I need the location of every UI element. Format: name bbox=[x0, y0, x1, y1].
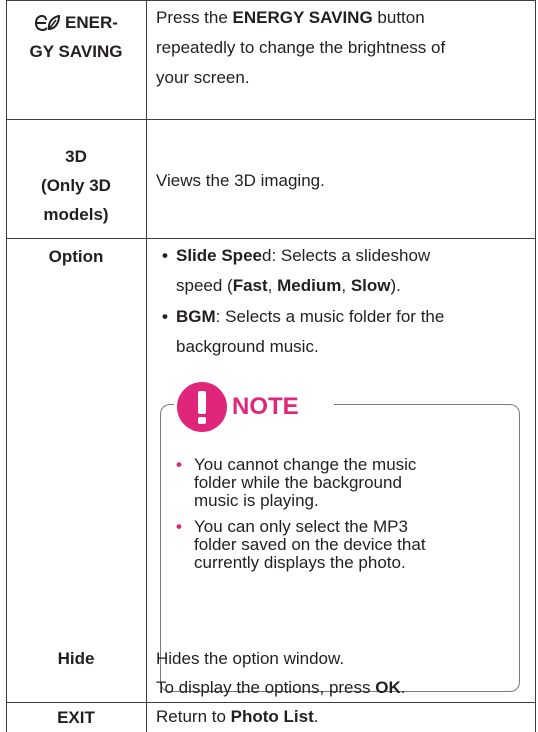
energy-saving-button-name: ENERGY SAVING bbox=[232, 8, 373, 27]
note-item: • You can only select the MP3 folder sav… bbox=[176, 517, 426, 572]
bgm-bullet: • BGM: Selects a music folder for the ba… bbox=[162, 307, 445, 356]
exit-description: Return to Photo List. bbox=[156, 707, 319, 726]
row-divider bbox=[6, 0, 536, 1]
note-item: • You cannot change the music folder whi… bbox=[176, 455, 417, 510]
column-divider bbox=[6, 0, 7, 732]
exit-label: EXIT bbox=[57, 708, 95, 727]
energy-saving-label: ENER- GY SAVING bbox=[8, 8, 144, 66]
row-divider bbox=[6, 238, 536, 239]
row-divider bbox=[6, 119, 536, 120]
3d-description: Views the 3D imaging. bbox=[156, 171, 325, 190]
energy-saving-label-line2: GY SAVING bbox=[29, 42, 123, 61]
energy-saving-description: Press the ENERGY SAVING button repeatedl… bbox=[156, 8, 446, 87]
column-divider bbox=[146, 0, 147, 732]
slide-speed-bullet: • Slide Speed: Selects a slideshow speed… bbox=[162, 246, 431, 295]
note-title: NOTE bbox=[232, 393, 299, 420]
hide-description: Hides the option window. To display the … bbox=[156, 649, 406, 697]
energy-saving-label-line1: ENER- bbox=[65, 13, 118, 32]
hide-label: Hide bbox=[57, 649, 95, 668]
3d-label: 3D (Only 3D models) bbox=[41, 147, 111, 224]
exclamation-icon bbox=[177, 382, 227, 432]
column-divider bbox=[535, 0, 536, 732]
option-label: Option bbox=[48, 247, 104, 266]
energy-saving-icon bbox=[34, 11, 61, 40]
